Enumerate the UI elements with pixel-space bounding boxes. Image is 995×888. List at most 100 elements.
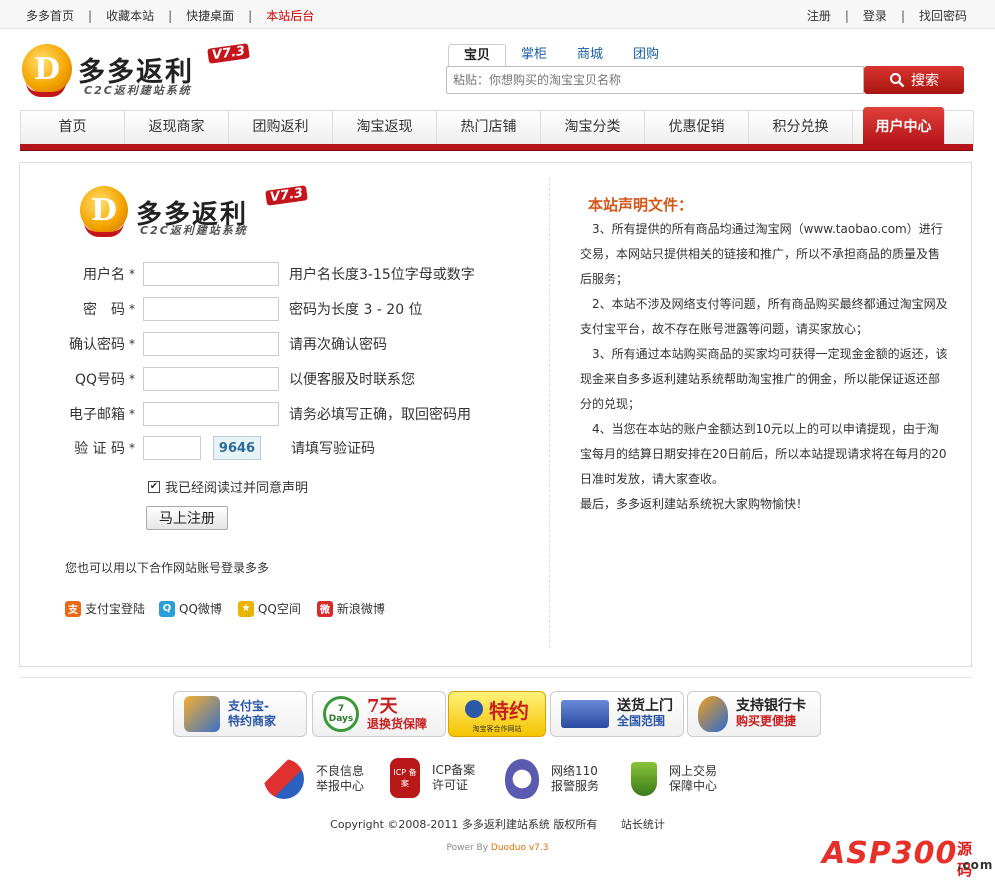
password-input[interactable] [143,297,279,321]
link-admin[interactable]: 本站后台 [266,7,314,24]
badge-line1: 特约 [489,698,529,723]
copyright-text: Copyright ©2008-2011 多多返利建站系统 版权所有 [330,818,598,831]
cert-icp[interactable]: ICP 备案 ICP备案 许可证 [390,758,475,798]
search-button[interactable]: 搜索 [864,66,964,94]
partner-sina-weibo[interactable]: 微 新浪微博 [316,600,385,617]
required-mark: * [129,441,135,455]
cert-line2: 许可证 [432,778,469,792]
qzone-icon: ★ [237,600,254,617]
email-input[interactable] [143,402,279,426]
confirm-password-hint: 请再次确认密码 [289,337,387,353]
notice-paragraph-4: 4、当您在本站的账户金额达到10元以上的可以申请提现，由于淘宝每月的结算日期安排… [580,422,947,486]
link-home[interactable]: 多多首页 [26,7,74,24]
link-bookmark[interactable]: 收藏本站 [106,7,154,24]
captcha-input[interactable] [143,436,201,460]
cert-report-center[interactable]: 不良信息 举报中心 [264,759,364,799]
nav-item-taobao-categories[interactable]: 淘宝分类 [541,111,645,145]
qq-label: QQ号码 [74,372,125,388]
nav-item-user-center[interactable]: 用户中心 [863,107,945,145]
power-version: v7.3 [526,843,549,853]
footer-separator [20,677,972,678]
link-desktop-shortcut[interactable]: 快捷桌面 [186,7,234,24]
truck-icon [561,700,609,728]
separator: | [248,8,253,23]
cert-line1: ICP备案 [432,763,476,777]
search-button-label: 搜索 [911,73,939,89]
required-mark: * [129,407,135,421]
nav-item-hot-shops[interactable]: 热门店铺 [437,111,541,145]
register-button[interactable]: 马上注册 [146,506,228,530]
notice-title: 本站声明文件： [588,196,694,214]
qq-hint: 以便客服及时联系您 [289,372,415,388]
logo-swoosh [26,82,66,97]
cert-trade-guard[interactable]: 网上交易 保障中心 [631,762,717,796]
badge-line1: 送货上门 [617,698,673,714]
nav-item-group-rebate[interactable]: 团购返利 [229,111,333,145]
password-label: 密 码 [83,302,125,318]
notice-paragraph-2: 2、本站不涉及网络支付等问题，所有商品购买最终都通过淘宝网及支付宝平台，故不存在… [580,297,948,336]
link-login[interactable]: 登录 [863,7,887,24]
icp-icon: ICP 备案 [390,758,420,798]
badge-alipay-merchant[interactable]: 支付宝- 特约商家 [173,691,307,737]
alipay-icon: 支 [65,600,81,617]
captcha-image[interactable]: 9646 [213,436,261,460]
badge-7-days-return[interactable]: 7 Days 7天 退换货保障 [312,691,446,737]
form-row-username: 用户名 * 用户名长度3-15位字母或数字 [20,262,475,286]
nav-item-promotions[interactable]: 优惠促销 [645,111,749,145]
partner-alipay[interactable]: 支 支付宝登陆 [65,600,145,617]
form-row-confirm-password: 确认密码 * 请再次确认密码 [20,332,387,356]
nav-item-points-exchange[interactable]: 积分兑换 [749,111,853,145]
badge-bank-card[interactable]: 支持银行卡 购买更便捷 [687,691,821,737]
partner-label: 新浪微博 [336,602,385,616]
nav-item-taobao-cashback[interactable]: 淘宝返现 [333,111,437,145]
qq-input[interactable] [143,367,279,391]
email-label: 电子邮箱 [69,407,125,423]
power-brand[interactable]: Duoduo [491,843,526,853]
link-forgot-password[interactable]: 找回密码 [919,7,967,24]
captcha-label: 验 证 码 [74,441,125,457]
separator: | [88,8,93,23]
search-tab-shop[interactable]: 掌柜 [506,44,562,66]
search-tab-item[interactable]: 宝贝 [448,44,506,67]
cert-line2: 举报中心 [316,779,365,793]
nav-underline-bar [20,144,973,151]
shield-card-icon [698,696,728,732]
watermark-text: ASP300 [822,836,958,871]
taobaoke-icon: 特约 [465,695,529,724]
search-tab-mall[interactable]: 商城 [562,44,618,66]
separator: | [900,8,905,23]
username-label: 用户名 [83,267,125,283]
confirm-password-input[interactable] [143,332,279,356]
link-register[interactable]: 注册 [807,7,831,24]
search-input[interactable] [451,72,835,88]
seven-days-icon: 7 Days [323,696,359,732]
notice-closing: 最后，多多返利建站系统祝大家购物愉快！ [580,497,809,511]
top-bar-right-links: 注册 | 登录 | 找回密码 [807,7,967,24]
nav-item-cashback-merchants[interactable]: 返现商家 [125,111,229,145]
badge-delivery[interactable]: 送货上门 全国范围 [550,691,684,737]
search-tab-group-buy[interactable]: 团购 [618,44,674,66]
badge-line1: 7天 [367,695,398,717]
cert-line1: 不良信息 [316,764,365,778]
username-input[interactable] [143,262,279,286]
form-row-captcha: 验 证 码 * 9646 请填写验证码 [20,436,375,460]
captcha-hint: 请填写验证码 [291,441,375,457]
agree-checkbox[interactable]: ✔ [148,480,160,493]
partner-login-list: 支 支付宝登陆 Q QQ微博 ★ QQ空间 微 新浪微博 [65,600,385,617]
notice-paragraph-1: 3、所有提供的所有商品均通过淘宝网（www.taobao.com）进行交易，本网… [580,222,943,286]
partner-qzone[interactable]: ★ QQ空间 [237,600,301,617]
badge-taobaoke-partner[interactable]: 特约 淘宝客合作网站 [448,691,546,737]
form-logo-subtitle: C2C返利建站系统 [140,224,248,237]
trade-guard-icon [631,762,657,796]
required-mark: * [129,337,135,351]
nav-item-home[interactable]: 首页 [21,111,125,145]
username-hint: 用户名长度3-15位字母或数字 [289,267,475,283]
password-hint: 密码为长度 3 - 20 位 [289,302,423,318]
cert-police-110[interactable]: 网络110 报警服务 [505,759,599,799]
cert-line1: 网上交易 [669,764,718,778]
watermark-com: .com [957,858,994,872]
form-row-email: 电子邮箱 * 请务必填写正确，取回密码用 [20,402,471,426]
partner-qq-weibo[interactable]: Q QQ微博 [159,600,222,617]
badge-line1: 支持银行卡 [736,698,806,714]
site-stats-link[interactable]: 站长统计 [621,818,665,831]
